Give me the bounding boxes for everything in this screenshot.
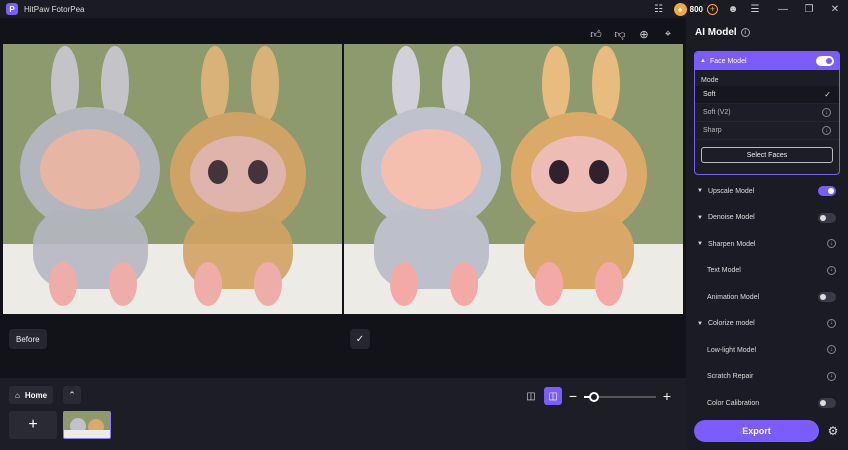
sidebar-title: AI Model i bbox=[695, 27, 750, 38]
model-row-low-light-model[interactable]: Low-light Model ↓ bbox=[686, 337, 848, 363]
zoom-slider[interactable] bbox=[584, 392, 656, 402]
before-label: Before bbox=[9, 329, 47, 349]
model-row-label: Scratch Repair bbox=[707, 373, 754, 380]
before-image bbox=[3, 44, 342, 314]
face-model-label: Face Model bbox=[709, 57, 747, 65]
model-row-label: Low-light Model bbox=[707, 346, 757, 354]
caret-down-icon: ▼ bbox=[697, 241, 703, 247]
collapse-button[interactable]: ⌃ bbox=[63, 386, 81, 404]
download-icon[interactable]: ↓ bbox=[827, 371, 836, 381]
mode-label: Mode bbox=[701, 77, 719, 84]
minimize-icon: — bbox=[778, 3, 788, 15]
app-title: HitPaw FotorPea bbox=[24, 4, 85, 14]
caret-up-icon: ▲ bbox=[700, 58, 706, 64]
caret-down-icon: ▼ bbox=[697, 214, 703, 221]
mode-option-label: Soft bbox=[703, 91, 716, 98]
account-icon[interactable]: ☻ bbox=[726, 2, 740, 16]
plush-toys-photo bbox=[20, 46, 306, 306]
model-row-label: Sharpen Model bbox=[707, 240, 756, 248]
model-row-label: Text Model bbox=[707, 267, 741, 274]
bottom-bar: ⌂ Home ⌃ + ◫ ◫ − + bbox=[0, 378, 686, 450]
download-icon[interactable]: ↓ bbox=[827, 239, 836, 248]
preview-toolbar: 👍︎ 👎︎ ⊕ ⌖ bbox=[588, 26, 676, 42]
image-thumbnail[interactable] bbox=[63, 411, 111, 439]
model-toggle[interactable] bbox=[818, 398, 836, 408]
thumbs-up-icon[interactable]: 👍︎ bbox=[588, 26, 604, 42]
download-icon[interactable]: ↓ bbox=[822, 126, 831, 135]
mode-option-soft[interactable]: Soft ✓ bbox=[695, 86, 839, 104]
model-row-colorize-model[interactable]: ▼ Colorize model ↓ bbox=[686, 311, 848, 337]
model-row-denoise-model[interactable]: ▼ Denoise Model bbox=[686, 205, 848, 231]
model-row-text-model[interactable]: Text Model ↓ bbox=[686, 258, 848, 284]
minimize-button[interactable]: — bbox=[770, 0, 796, 18]
model-row-sharpen-model[interactable]: ▼ Sharpen Model ↓ bbox=[686, 231, 848, 257]
add-coins-icon[interactable]: + bbox=[707, 3, 718, 15]
mode-option-sharp[interactable]: Sharp ↓ bbox=[695, 122, 839, 140]
chevron-up-icon: ⌃ bbox=[68, 389, 76, 400]
thumbnail-floor bbox=[64, 430, 110, 438]
face-model-header[interactable]: ▲ Face Model bbox=[695, 52, 839, 70]
export-button[interactable]: Export bbox=[694, 420, 819, 442]
zoom-in-button[interactable]: + bbox=[660, 387, 674, 405]
mode-option-label: Sharp bbox=[703, 127, 722, 134]
face-model-toggle[interactable] bbox=[816, 56, 834, 66]
model-row-label: Colorize model bbox=[707, 320, 755, 327]
model-row-scratch-repair[interactable]: Scratch Repair ↓ bbox=[686, 364, 848, 390]
coin-icon: ♠ bbox=[673, 2, 687, 16]
caret-down-icon: ▼ bbox=[697, 188, 703, 194]
model-row-upscale-model[interactable]: ▼ Upscale Model bbox=[686, 178, 848, 204]
plus-icon: + bbox=[28, 416, 38, 433]
home-button[interactable]: ⌂ Home bbox=[9, 386, 54, 404]
split-view-icon[interactable]: ◫ bbox=[544, 387, 562, 405]
mode-option-label: Soft (V2) bbox=[703, 109, 731, 116]
menu-icon[interactable]: ☰ bbox=[748, 2, 762, 16]
coin-count: 800 bbox=[689, 4, 703, 14]
restore-icon: ❐ bbox=[804, 3, 814, 15]
add-image-button[interactable]: + bbox=[9, 411, 57, 439]
single-view-icon[interactable]: ◫ bbox=[523, 388, 539, 404]
gamepad-icon[interactable]: ☷ bbox=[652, 2, 666, 16]
select-faces-button[interactable]: Select Faces bbox=[701, 147, 833, 163]
after-check-button[interactable]: ✓ bbox=[350, 329, 370, 349]
model-row-label: Color Calibration bbox=[707, 399, 760, 407]
face-model-card: ▲ Face Model Mode Soft ✓ Soft (V2) ↓ Sha… bbox=[694, 51, 840, 175]
ai-model-sidebar: AI Model i ▲ Face Model Mode Soft ✓ Soft… bbox=[686, 18, 848, 450]
title-bar: P HitPaw FotorPea ☷ ♠ 800 + ☻ ☰ — ❐ ✕ bbox=[0, 0, 848, 18]
download-icon[interactable]: ↓ bbox=[822, 108, 831, 117]
model-row-color-calibration[interactable]: Color Calibration bbox=[686, 390, 848, 416]
zoom-out-button[interactable]: − bbox=[566, 387, 580, 405]
check-icon: ✓ bbox=[355, 333, 365, 345]
model-toggle[interactable] bbox=[818, 292, 836, 302]
info-icon[interactable]: i bbox=[740, 28, 750, 37]
plush-toys-photo-enhanced bbox=[361, 46, 647, 306]
home-icon: ⌂ bbox=[15, 390, 20, 400]
model-toggle[interactable] bbox=[818, 212, 836, 223]
settings-gear-icon[interactable]: ⚙ bbox=[826, 424, 840, 438]
download-icon[interactable]: ↓ bbox=[827, 265, 836, 275]
download-icon[interactable]: ↓ bbox=[827, 345, 836, 354]
close-button[interactable]: ✕ bbox=[822, 0, 848, 18]
model-row-animation-model[interactable]: Animation Model bbox=[686, 284, 848, 310]
zoom-in-icon[interactable]: ⊕ bbox=[636, 26, 652, 42]
crop-icon[interactable]: ⌖ bbox=[660, 26, 676, 42]
sidebar-title-text: AI Model bbox=[695, 27, 737, 38]
model-toggle[interactable] bbox=[818, 186, 836, 196]
mode-option-soft-v2[interactable]: Soft (V2) ↓ bbox=[695, 104, 839, 122]
thumbs-down-icon[interactable]: 👎︎ bbox=[612, 26, 628, 42]
checkmark-icon: ✓ bbox=[824, 90, 831, 99]
app-logo-icon: P bbox=[6, 3, 18, 15]
model-row-label: Denoise Model bbox=[707, 214, 755, 221]
restore-button[interactable]: ❐ bbox=[796, 0, 822, 18]
model-row-label: Upscale Model bbox=[707, 187, 755, 195]
home-label: Home bbox=[24, 390, 48, 400]
download-icon[interactable]: ↓ bbox=[827, 318, 836, 328]
after-image bbox=[344, 44, 683, 314]
zoom-slider-knob[interactable] bbox=[589, 392, 600, 402]
close-icon: ✕ bbox=[830, 3, 840, 15]
model-row-label: Animation Model bbox=[707, 293, 760, 301]
caret-down-icon: ▼ bbox=[697, 320, 703, 327]
